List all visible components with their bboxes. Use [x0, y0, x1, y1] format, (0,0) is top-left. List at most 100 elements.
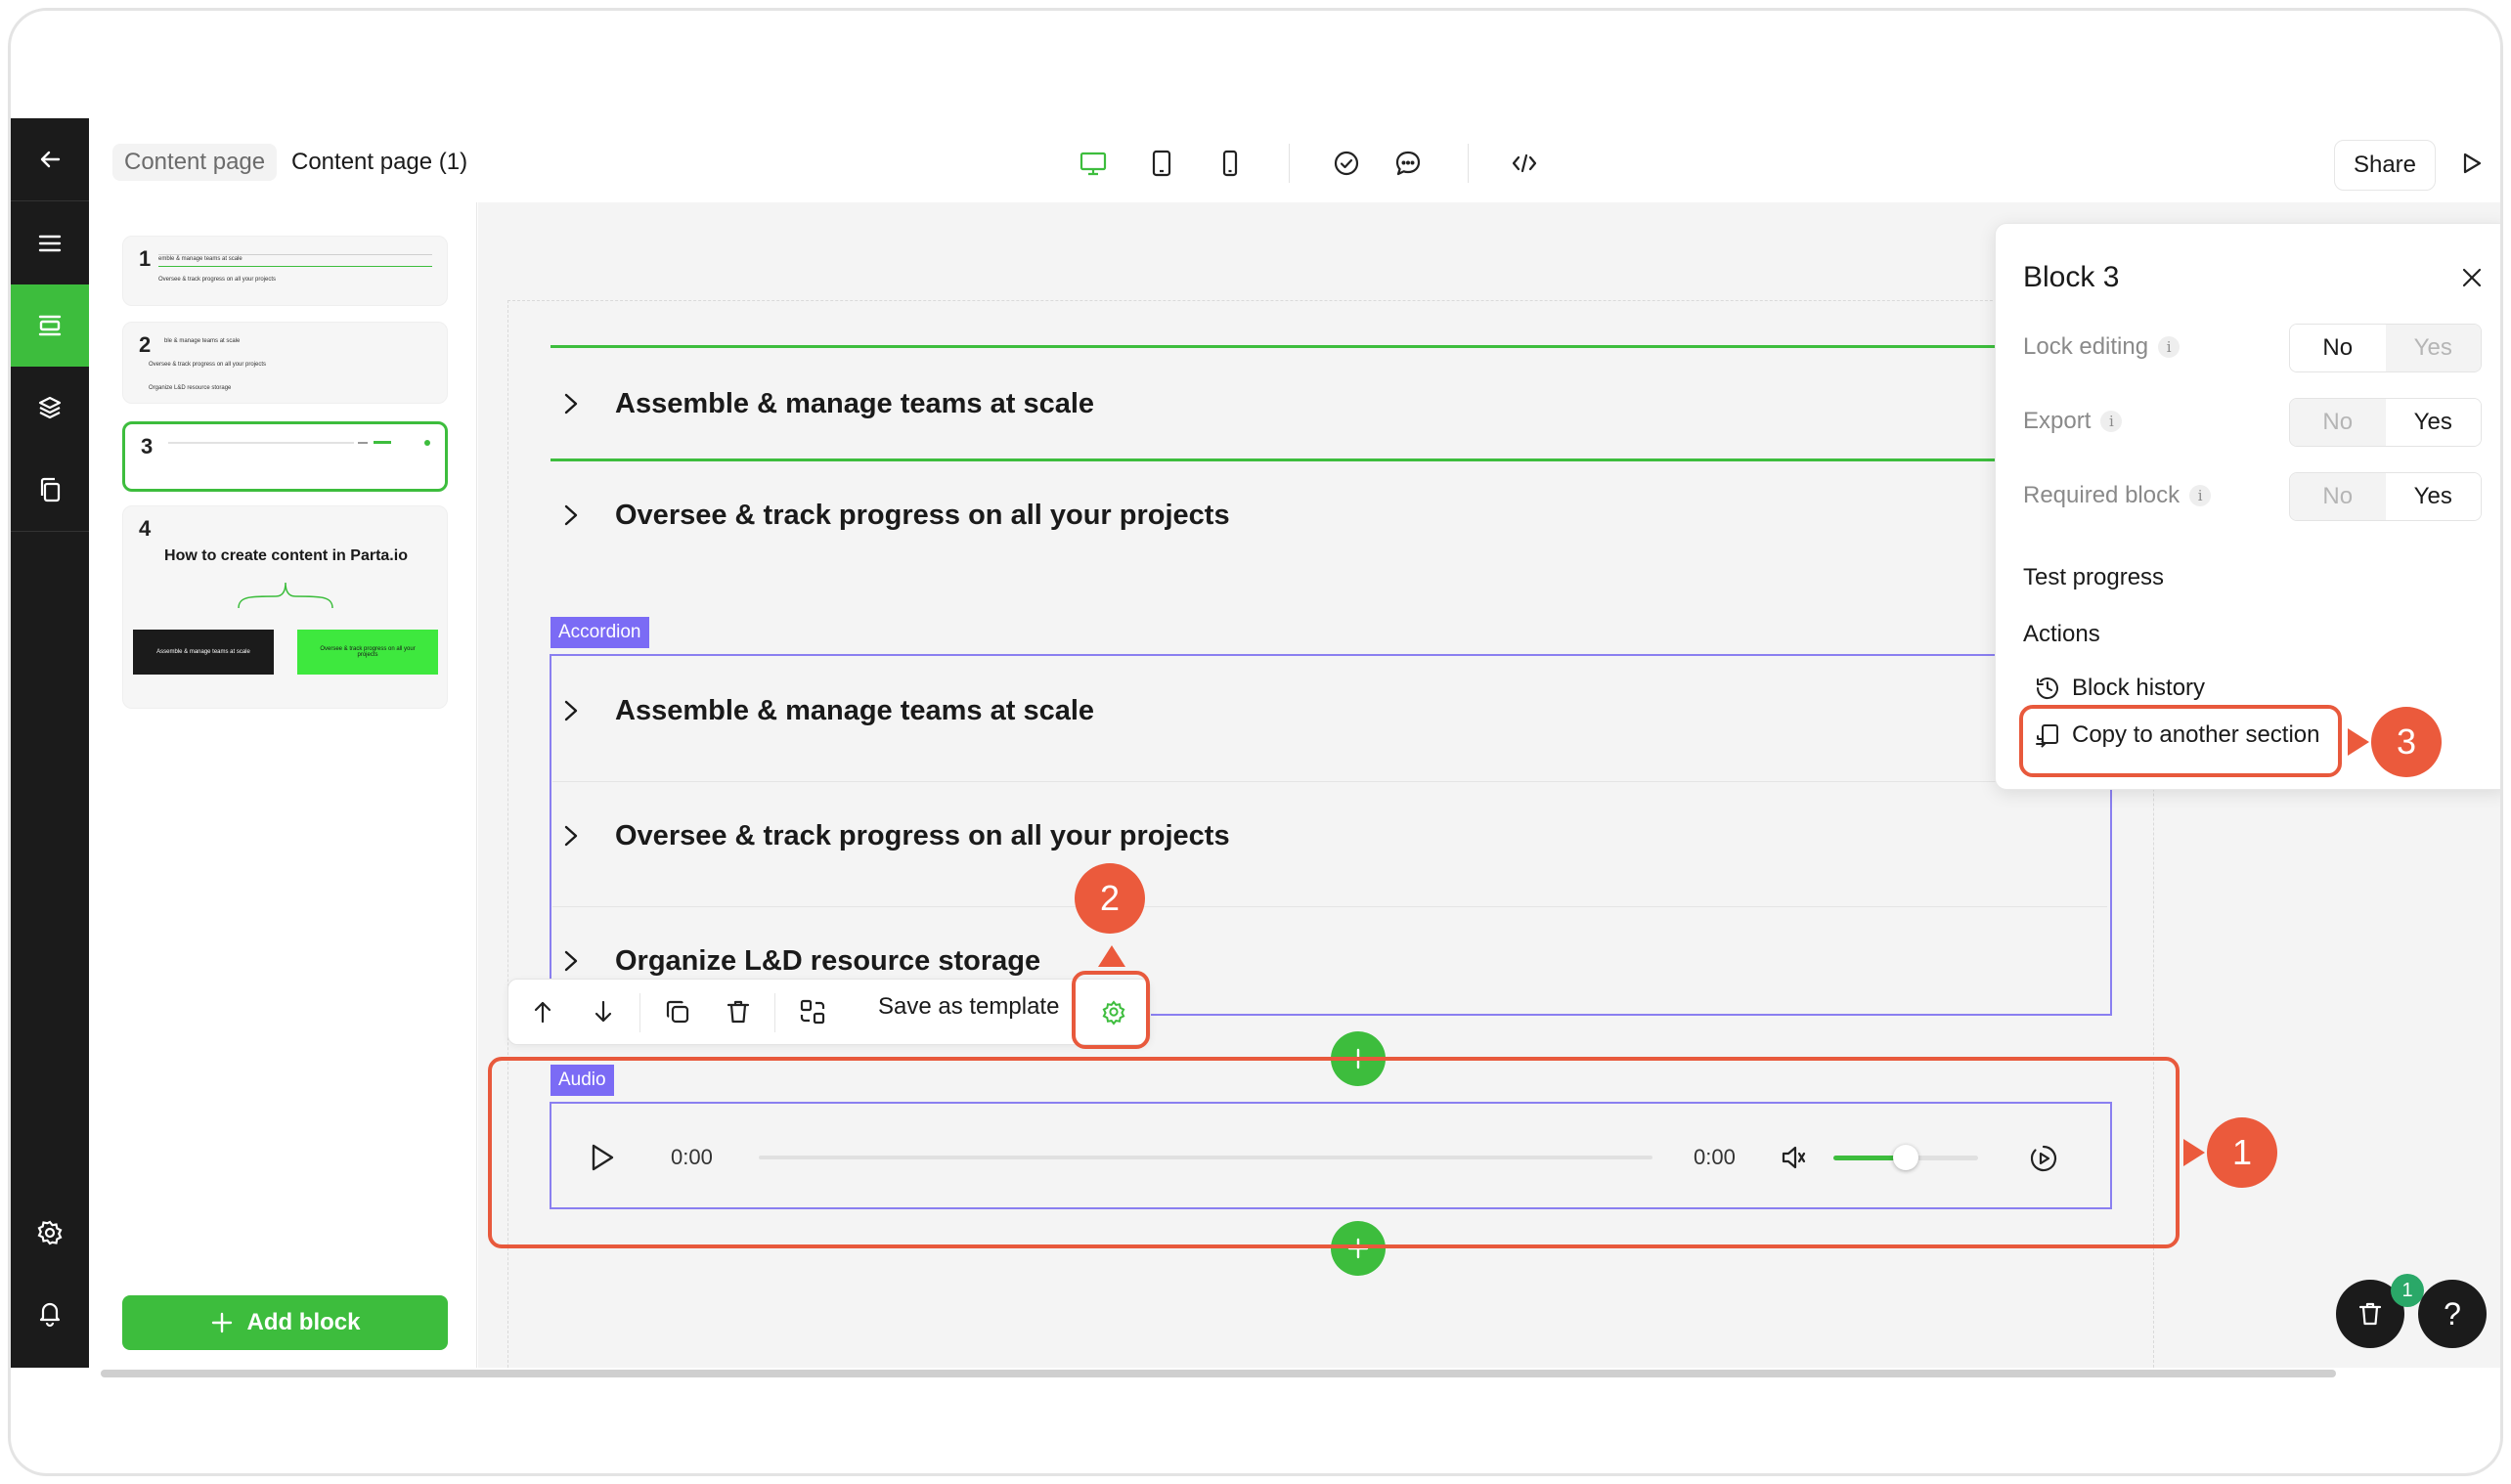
layers-icon [38, 396, 62, 419]
block-history-label: Block history [2072, 675, 2206, 701]
settings-nav-button[interactable] [11, 1192, 89, 1274]
arrow-left-icon [40, 151, 61, 168]
save-as-template-button[interactable]: Save as template [878, 993, 1059, 1021]
duplicate-button[interactable] [655, 989, 700, 1034]
comments-button[interactable] [1390, 146, 1426, 181]
accordion-item[interactable]: Assemble & manage teams at scale [525, 662, 2090, 760]
accordion-item[interactable]: Oversee & track progress on all your pro… [525, 466, 2148, 564]
blocks-icon [38, 315, 62, 336]
info-icon[interactable]: i [2100, 411, 2123, 432]
check-circle-icon [1334, 151, 1359, 176]
block-thumb-number: 4 [139, 516, 152, 541]
callout-pointer-1 [2183, 1139, 2205, 1166]
menu-button[interactable] [11, 202, 89, 284]
blocks-nav-button[interactable] [11, 284, 89, 367]
desktop-view-button[interactable] [1076, 146, 1111, 181]
block-thumb-2[interactable]: 2 ble & manage teams at scale Oversee & … [122, 322, 448, 404]
horizontal-scrollbar[interactable] [101, 1370, 2336, 1377]
accordion-item-title: Oversee & track progress on all your pro… [615, 819, 1230, 851]
required-block-toggle[interactable]: No Yes [2289, 472, 2482, 521]
chevron-right-icon [560, 946, 590, 976]
block-thumb-number: 2 [139, 332, 152, 357]
lock-editing-no[interactable]: No [2290, 325, 2386, 371]
copy-pages-icon [40, 477, 61, 502]
desktop-icon [1079, 152, 1107, 176]
tablet-icon [1152, 150, 1171, 177]
app-window: Content page Content page (1) Share 1 em… [8, 8, 2503, 1476]
swap-block-button[interactable] [790, 989, 835, 1034]
breadcrumb-parent[interactable]: Content page [112, 144, 278, 181]
test-progress-link[interactable]: Test progress [2023, 564, 2164, 591]
help-button[interactable]: ? [2418, 1280, 2487, 1348]
chevron-right-icon [560, 696, 590, 725]
embed-code-button[interactable] [1507, 146, 1542, 181]
block-thumb-text: Oversee & track progress on all your pro… [149, 362, 267, 368]
arrow-up-icon [534, 1001, 551, 1024]
lock-editing-yes[interactable]: Yes [2385, 325, 2481, 371]
callout-highlight-audio-block [488, 1057, 2180, 1248]
required-block-text: Required block [2023, 482, 2181, 508]
share-button[interactable]: Share [2334, 140, 2436, 191]
close-icon[interactable] [2457, 263, 2487, 292]
lock-editing-text: Lock editing [2023, 333, 2149, 360]
block-thumb-1[interactable]: 1 emble & manage teams at scale Oversee … [122, 236, 448, 306]
review-button[interactable] [1329, 146, 1364, 181]
add-block-button[interactable]: Add block [122, 1295, 448, 1350]
curly-brace-graphic [238, 582, 333, 609]
gear-icon [37, 1220, 63, 1245]
callout-highlight-settings [1072, 971, 1150, 1049]
accordion-item-title: Organize L&D resource storage [615, 944, 1041, 977]
left-rail [11, 118, 89, 1368]
info-icon[interactable]: i [2158, 336, 2181, 358]
duplicate-icon [666, 1000, 689, 1024]
callout-badge-1: 1 [2207, 1117, 2277, 1188]
accordion-item-title: Assemble & manage teams at scale [615, 694, 1095, 726]
block-thumb-number: 3 [141, 434, 154, 458]
export-toggle[interactable]: No Yes [2289, 398, 2482, 447]
callout-highlight-copy [2019, 705, 2342, 777]
lock-editing-label: Lock editing i [2023, 333, 2181, 361]
callout-badge-3: 3 [2371, 707, 2442, 777]
tablet-view-button[interactable] [1144, 146, 1179, 181]
add-block-label: Add block [246, 1309, 361, 1335]
popover-title: Block 3 [2023, 261, 2120, 293]
pages-nav-button[interactable] [11, 449, 89, 531]
trash-icon [2358, 1302, 2382, 1326]
block-thumb-card-dark: Assemble & manage teams at scale [133, 630, 274, 675]
arrow-down-icon [595, 1000, 612, 1023]
preview-play-button[interactable] [2453, 146, 2489, 181]
block-thumb-3[interactable]: 3 [122, 421, 448, 492]
lock-editing-toggle[interactable]: No Yes [2289, 324, 2482, 372]
export-label: Export i [2023, 408, 2123, 435]
block-thumb-card-green: Oversee & track progress on all your pro… [297, 630, 438, 675]
accordion-item[interactable]: Assemble & manage teams at scale [525, 355, 2148, 453]
top-bar: Content page Content page (1) Share [89, 118, 2500, 202]
notifications-nav-button[interactable] [11, 1272, 89, 1354]
export-yes[interactable]: Yes [2385, 399, 2481, 446]
mobile-view-button[interactable] [1212, 146, 1248, 181]
export-text: Export [2023, 408, 2092, 434]
layers-nav-button[interactable] [11, 367, 89, 449]
move-down-button[interactable] [581, 989, 626, 1034]
block-toolbar: Save as template [507, 979, 1151, 1045]
back-button[interactable] [11, 118, 89, 200]
chevron-right-icon [560, 389, 590, 418]
move-up-button[interactable] [520, 989, 565, 1034]
block-thumb-text: emble & manage teams at scale [158, 256, 242, 262]
chevron-right-icon [560, 821, 590, 851]
accordion-item[interactable]: Oversee & track progress on all your pro… [525, 787, 2090, 885]
info-icon[interactable]: i [2189, 485, 2212, 506]
delete-button[interactable] [716, 989, 761, 1034]
accordion-item-title: Oversee & track progress on all your pro… [615, 499, 1230, 531]
block-thumb-4[interactable]: 4 How to create content in Parta.io Asse… [122, 505, 448, 709]
export-no[interactable]: No [2290, 399, 2386, 446]
swap-icon [800, 999, 825, 1025]
chevron-right-icon [560, 501, 590, 530]
block-history-action[interactable]: Block history [2033, 674, 2205, 703]
trash-icon [727, 1000, 750, 1024]
accordion-block-tag: Accordion [551, 617, 649, 648]
required-block-yes[interactable]: Yes [2385, 473, 2481, 520]
callout-badge-2: 2 [1075, 863, 1145, 934]
required-block-no[interactable]: No [2290, 473, 2386, 520]
block-thumb-text: ble & manage teams at scale [164, 338, 241, 344]
